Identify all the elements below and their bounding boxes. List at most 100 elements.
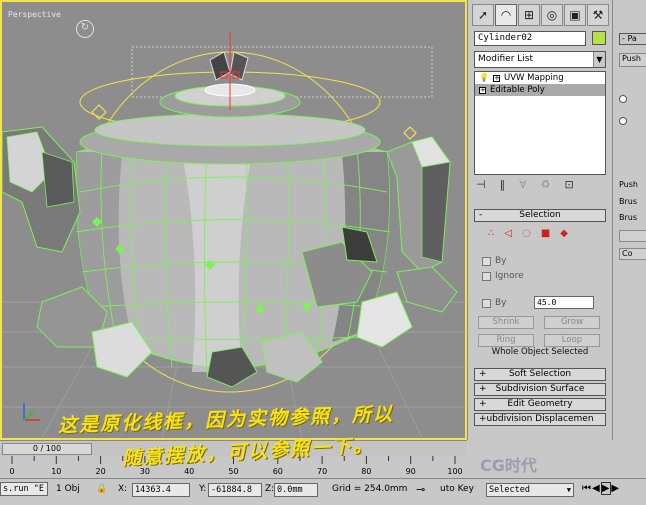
rollout-title: Edit Geometry	[507, 399, 573, 409]
selection-count: 1 Obj	[56, 484, 80, 494]
ignore-backfacing-label: Ignore	[495, 271, 524, 281]
shrink-button[interactable]: Shrink	[478, 316, 534, 329]
y-label: Y:	[199, 484, 207, 494]
expand-icon: +	[479, 384, 487, 394]
expand-icon[interactable]: +	[479, 86, 486, 94]
grid-size: Grid = 254.0mm	[332, 484, 408, 494]
modifier-stack[interactable]: 💡 + UVW Mapping + Editable Poly	[474, 71, 606, 175]
expand-icon: +	[479, 369, 487, 379]
rollout-soft-selection[interactable]: + Soft Selection	[474, 368, 606, 381]
collapse-icon: -	[479, 210, 483, 220]
display-tab-icon[interactable]: ▣	[564, 4, 586, 26]
paint-deformation-rollout[interactable]: - Pa	[619, 33, 646, 45]
paint-deformation-panel: - Pa Push Push Brus Brus Co	[612, 0, 646, 440]
stack-item-editable-poly[interactable]: + Editable Poly	[475, 84, 605, 96]
x-coord-field[interactable]: 14363.4	[132, 483, 190, 497]
by-vertex-label: By	[495, 256, 507, 266]
stack-item-label: Editable Poly	[490, 85, 545, 95]
rollout-title: ubdivision Displacemen	[486, 414, 594, 424]
chevron-down-icon[interactable]: ▼	[593, 52, 605, 67]
z-label: Z:	[265, 484, 275, 494]
by-angle-option[interactable]: By	[482, 298, 507, 308]
motion-tab-icon[interactable]: ◎	[541, 4, 563, 26]
expand-icon[interactable]: +	[492, 74, 500, 82]
push-pull-button[interactable]: Push	[619, 53, 646, 67]
stack-item-label: UVW Mapping	[503, 73, 564, 83]
show-end-result-icon[interactable]: ‖	[500, 178, 506, 192]
ruler-tick-label: 20	[96, 467, 106, 476]
rollouts-container: - Selection ∴ ◁ ◌ ■ ◆ By Ignore By 45.0 …	[474, 209, 606, 428]
ignore-backfacing-option[interactable]: Ignore	[482, 271, 524, 281]
subobject-icons: ∴ ◁ ◌ ■ ◆	[488, 228, 568, 239]
push-label: Push	[619, 180, 638, 189]
rollout-title: Selection	[519, 210, 561, 220]
lightbulb-icon[interactable]: 💡	[479, 72, 489, 84]
command-panel: ➚ ◠ ⊞ ◎ ▣ ⚒ Cylinder02 Modifier List ▼ 💡…	[467, 0, 612, 440]
create-tab-icon[interactable]: ➚	[472, 4, 494, 26]
lock-selection-icon[interactable]: 🔒	[96, 484, 107, 494]
radio-deformed-normals[interactable]	[619, 117, 627, 125]
key-filter-value: Selected	[489, 485, 530, 495]
edge-icon[interactable]: ◁	[504, 228, 512, 239]
utilities-tab-icon[interactable]: ⚒	[587, 4, 609, 26]
ruler-tick-label: 40	[184, 467, 194, 476]
next-frame-icon[interactable]: ▶	[611, 483, 620, 494]
brush-strength-label: Brus	[619, 213, 638, 222]
x-label: X:	[118, 484, 128, 494]
brush-size-label: Brus	[619, 197, 638, 206]
object-name-field[interactable]: Cylinder02	[474, 31, 586, 46]
rollout-selection[interactable]: - Selection	[474, 209, 606, 222]
make-unique-icon[interactable]: ∀	[519, 178, 527, 192]
angle-spinner[interactable]: 45.0	[534, 296, 594, 309]
polygon-icon[interactable]: ■	[541, 228, 550, 239]
rollout-edit-geometry[interactable]: + Edit Geometry	[474, 398, 606, 411]
prev-frame-icon[interactable]: ◀	[592, 483, 601, 494]
status-bar: s.run "E 1 Obj 🔒 X: 14363.4 Y: -61884.8 …	[0, 478, 646, 505]
z-coord-field[interactable]: 0.0mm	[274, 483, 318, 497]
stack-item-uvw-mapping[interactable]: 💡 + UVW Mapping	[475, 72, 605, 84]
expand-icon: +	[479, 414, 487, 424]
vertex-icon[interactable]: ∴	[488, 228, 494, 239]
grow-button[interactable]: Grow	[544, 316, 600, 329]
maxscript-listener[interactable]: s.run "E	[0, 482, 48, 496]
ruler-tick-label: 100	[447, 467, 462, 476]
brush-options-button[interactable]	[619, 230, 646, 242]
object-color-swatch[interactable]	[592, 31, 606, 45]
y-coord-field[interactable]: -61884.8	[208, 483, 262, 497]
key-filter-dropdown[interactable]: Selected ▼	[486, 483, 574, 497]
modify-tab-icon[interactable]: ◠	[495, 4, 517, 26]
rollout-subdivision-displacement[interactable]: + ubdivision Displacemen	[474, 413, 606, 426]
by-angle-label: By	[495, 298, 507, 308]
time-slider[interactable]: 0 / 100	[2, 443, 92, 455]
commit-button[interactable]: Co	[619, 248, 646, 260]
border-icon[interactable]: ◌	[522, 228, 531, 239]
go-to-start-icon[interactable]: ⏮	[582, 483, 592, 494]
rollout-title: Soft Selection	[508, 369, 572, 379]
by-vertex-option[interactable]: By	[482, 256, 507, 266]
element-icon[interactable]: ◆	[560, 228, 568, 239]
hierarchy-tab-icon[interactable]: ⊞	[518, 4, 540, 26]
rollout-title: Pa	[627, 34, 637, 43]
radio-group	[619, 95, 627, 125]
ruler-tick-label: 0	[9, 467, 14, 476]
perspective-viewport[interactable]: Perspective ↻ 这是原化线框，因为实物参照，所以	[0, 0, 467, 440]
chevron-down-icon[interactable]: ▼	[567, 484, 571, 496]
modifier-list-dropdown[interactable]: Modifier List ▼	[474, 51, 606, 68]
key-icon[interactable]: ⊸	[416, 483, 425, 496]
rollout-subdivision-surface[interactable]: + Subdivision Surface	[474, 383, 606, 396]
by-vertex-checkbox[interactable]	[482, 256, 491, 266]
teapot-wireframe-scene	[2, 32, 465, 438]
ignore-backfacing-checkbox[interactable]	[482, 271, 491, 281]
auto-key-button[interactable]: uto Key	[440, 484, 474, 494]
remove-modifier-icon[interactable]: ♻	[541, 178, 551, 192]
modifier-list-label: Modifier List	[478, 54, 533, 64]
ring-button[interactable]: Ring	[478, 334, 534, 347]
loop-button[interactable]: Loop	[544, 334, 600, 347]
pin-stack-icon[interactable]: ⊣	[476, 178, 486, 192]
play-icon[interactable]: ▶	[600, 482, 612, 495]
ruler-tick-label: 10	[51, 467, 61, 476]
by-angle-checkbox[interactable]	[482, 298, 491, 308]
playback-controls[interactable]: ⏮◀▶▶	[582, 482, 620, 495]
configure-sets-icon[interactable]: ⊡	[565, 178, 574, 192]
radio-original-normals[interactable]	[619, 95, 627, 103]
